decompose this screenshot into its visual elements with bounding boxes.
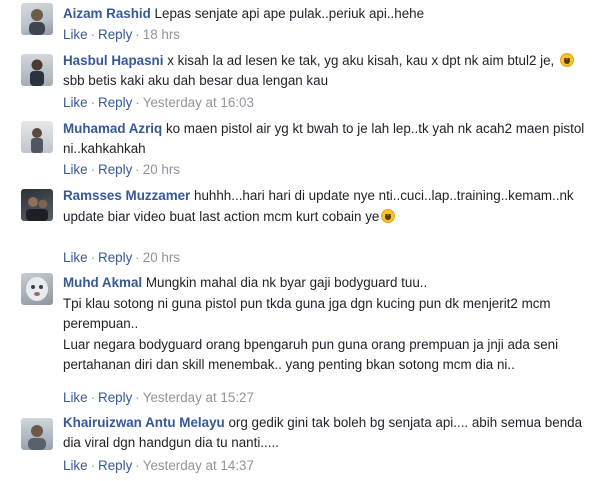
avatar[interactable] bbox=[21, 54, 53, 86]
timestamp[interactable]: 20 hrs bbox=[143, 162, 180, 177]
separator: · bbox=[135, 390, 140, 405]
timestamp[interactable]: 18 hrs bbox=[143, 27, 180, 42]
comment-text-line2: Tpi klau sotong ni guna pistol pun tkda … bbox=[63, 295, 551, 332]
separator: · bbox=[90, 250, 96, 265]
comment-text: Lepas senjate api ape pulak..periuk api.… bbox=[154, 6, 425, 21]
comment-body: Aizam Rashid Lepas senjate api ape pulak… bbox=[63, 4, 586, 24]
separator: · bbox=[90, 27, 96, 42]
comment-body: Muhamad Azriq ko maen pistol air yg kt b… bbox=[63, 119, 586, 159]
comment-text: Mungkin mahal dia nk byar gaji bodyguard… bbox=[145, 275, 428, 290]
avatar[interactable] bbox=[21, 189, 53, 221]
comment-author[interactable]: Ramsses Muzzamer bbox=[63, 188, 190, 203]
comment-body: Ramsses Muzzamer huhhh...hari hari di up… bbox=[63, 185, 586, 227]
separator: · bbox=[135, 458, 140, 473]
comment-body: Khairuizwan Antu Melayu org gedik gini t… bbox=[63, 413, 586, 453]
timestamp[interactable]: Yesterday at 16:03 bbox=[143, 95, 254, 110]
comment-text: x kisah la ad lesen ke tak, yg aku kisah… bbox=[167, 53, 558, 68]
avatar[interactable] bbox=[21, 418, 53, 450]
separator: · bbox=[135, 162, 140, 177]
comment-author[interactable]: Khairuizwan Antu Melayu bbox=[63, 415, 225, 430]
like-link[interactable]: Like bbox=[63, 27, 88, 42]
separator: · bbox=[90, 390, 96, 405]
reply-link[interactable]: Reply bbox=[98, 162, 132, 177]
separator: · bbox=[90, 458, 96, 473]
comment-text-cont: sbb betis kaki aku dah besar dua lengan … bbox=[63, 73, 329, 88]
laughing-emoji-icon bbox=[381, 209, 396, 223]
avatar[interactable] bbox=[21, 273, 53, 305]
comment-text-line3: Luar negara bodyguard orang bpengaruh pu… bbox=[63, 336, 559, 373]
comment-actions: Like · Reply · Yesterday at 14:37 bbox=[63, 458, 254, 474]
separator: · bbox=[135, 95, 140, 110]
like-link[interactable]: Like bbox=[63, 95, 88, 110]
comment-author[interactable]: Aizam Rashid bbox=[63, 6, 151, 21]
avatar[interactable] bbox=[21, 121, 53, 153]
comment-author[interactable]: Hasbul Hapasni bbox=[63, 53, 163, 68]
like-link[interactable]: Like bbox=[63, 162, 88, 177]
separator: · bbox=[135, 27, 140, 42]
reply-link[interactable]: Reply bbox=[98, 250, 132, 265]
comment-actions: Like · Reply · Yesterday at 16:03 bbox=[63, 95, 254, 111]
comment-author[interactable]: Muhamad Azriq bbox=[63, 121, 162, 136]
reply-link[interactable]: Reply bbox=[98, 27, 132, 42]
comment-body: Hasbul Hapasni x kisah la ad lesen ke ta… bbox=[63, 51, 586, 91]
comment-body: Muhd Akmal Mungkin mahal dia nk byar gaj… bbox=[63, 273, 586, 376]
separator: · bbox=[135, 250, 140, 265]
reply-link[interactable]: Reply bbox=[98, 390, 132, 405]
reply-link[interactable]: Reply bbox=[98, 95, 132, 110]
like-link[interactable]: Like bbox=[63, 390, 88, 405]
separator: · bbox=[90, 162, 96, 177]
rofl-emoji-icon bbox=[559, 53, 574, 67]
timestamp[interactable]: 20 hrs bbox=[143, 250, 180, 265]
separator: · bbox=[90, 95, 96, 110]
comment-actions: Like · Reply · 18 hrs bbox=[63, 27, 180, 43]
comment-author[interactable]: Muhd Akmal bbox=[63, 275, 142, 290]
comment-actions: Like · Reply · Yesterday at 15:27 bbox=[63, 390, 254, 406]
like-link[interactable]: Like bbox=[63, 250, 88, 265]
timestamp[interactable]: Yesterday at 15:27 bbox=[143, 390, 254, 405]
reply-link[interactable]: Reply bbox=[98, 458, 132, 473]
like-link[interactable]: Like bbox=[63, 458, 88, 473]
timestamp[interactable]: Yesterday at 14:37 bbox=[143, 458, 254, 473]
avatar[interactable] bbox=[21, 3, 53, 35]
comment-actions: Like · Reply · 20 hrs bbox=[63, 162, 180, 178]
comment-actions: Like · Reply · 20 hrs bbox=[63, 250, 180, 266]
